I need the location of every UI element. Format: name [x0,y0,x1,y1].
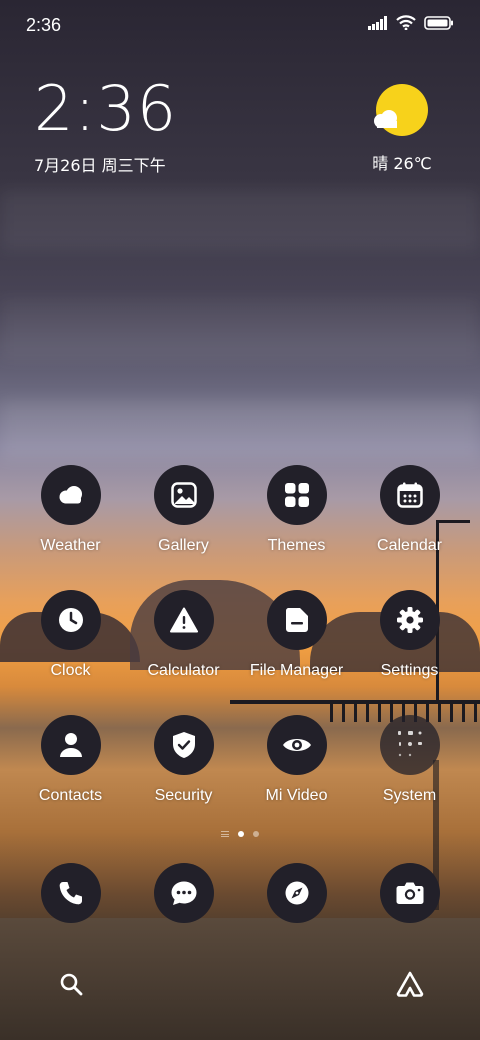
wifi-icon [396,15,416,35]
app-label: Weather [40,537,101,554]
search-icon[interactable] [59,972,83,1001]
messages-icon [153,863,214,923]
app-vault-icon[interactable] [396,971,424,1002]
clock-time: 2:36 [34,72,178,145]
file-manager-icon [266,590,327,650]
battery-icon [424,15,454,35]
camera-icon [379,863,440,923]
weather-icon [40,465,101,525]
clock-widget[interactable]: 2:36 7月26日 周三下午 [34,78,177,176]
contacts-icon [40,715,101,775]
app-label: File Manager [249,662,344,679]
themes-icon [266,465,327,525]
app-label: Security [154,787,213,804]
settings-icon [379,590,440,650]
bottom-bar [0,960,480,1010]
dock-phone[interactable] [14,863,127,923]
app-label: Calculator [147,662,220,679]
app-label: Mi Video [265,787,328,804]
clock-date: 7月26日 周三下午 [34,156,166,175]
page-dot [253,831,259,837]
app-weather[interactable]: Weather [14,465,127,555]
app-system-folder[interactable]: System [353,715,466,805]
app-calendar[interactable]: Calendar [353,465,466,555]
status-time: 2:36 [26,15,62,35]
app-themes[interactable]: Themes [240,465,353,555]
app-label: Clock [50,662,91,679]
clock-icon [40,590,101,650]
app-label: System [382,787,437,804]
calendar-icon [379,465,440,525]
weather-widget[interactable]: 晴 26℃ [362,84,442,174]
calculator-icon [153,590,214,650]
app-label: Contacts [38,787,103,804]
dock-browser[interactable] [240,863,353,923]
app-label: Gallery [158,537,209,554]
status-icons [368,15,454,35]
page-dot-active [238,831,244,837]
app-contacts[interactable]: Contacts [14,715,127,805]
app-clock[interactable]: Clock [14,590,127,680]
app-calculator[interactable]: Calculator [127,590,240,680]
page-indicator[interactable] [0,831,480,837]
page-indicator-lines-icon [221,831,229,837]
weather-condition-temp: 晴 26℃ [372,154,432,173]
app-gallery[interactable]: Gallery [127,465,240,555]
sunny-partly-cloudy-icon [374,84,428,136]
app-label: Calendar [377,537,442,554]
app-label: Themes [267,537,326,554]
app-file-manager[interactable]: File Manager [240,590,353,680]
gallery-icon [153,465,214,525]
cloud-band [0,190,480,250]
mi-video-icon [266,715,327,775]
cloud-band [0,300,480,360]
phone-icon [40,863,101,923]
app-label: Settings [380,662,439,679]
app-security[interactable]: Security [127,715,240,805]
status-bar: 2:36 [0,0,480,50]
security-icon [153,715,214,775]
app-settings[interactable]: Settings [353,590,466,680]
browser-icon [266,863,327,923]
app-mi-video[interactable]: Mi Video [240,715,353,805]
cloud-band [0,400,480,460]
dock-messages[interactable] [127,863,240,923]
system-folder-icon [379,715,440,775]
dock-camera[interactable] [353,863,466,923]
signal-icon [368,15,388,35]
